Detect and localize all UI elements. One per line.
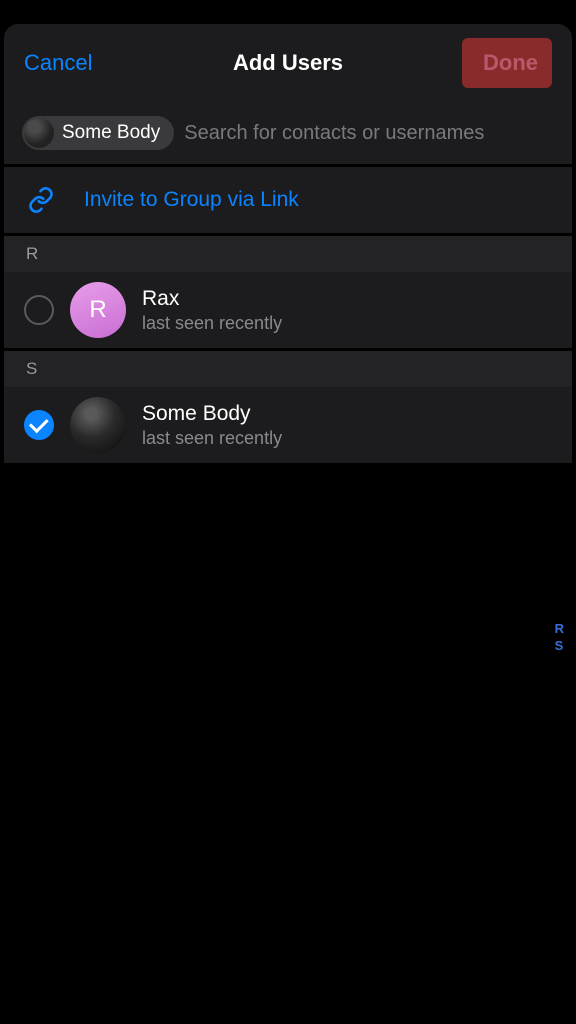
cancel-button[interactable]: Cancel bbox=[24, 50, 114, 76]
contact-status: last seen recently bbox=[142, 428, 282, 449]
search-bar[interactable]: Some Body Search for contacts or usernam… bbox=[4, 106, 572, 164]
done-button[interactable]: Done bbox=[462, 38, 552, 88]
contact-info: Rax last seen recently bbox=[142, 287, 282, 334]
header: Cancel Add Users Done bbox=[4, 24, 572, 106]
contact-name: Some Body bbox=[142, 402, 282, 426]
chip-label: Some Body bbox=[62, 122, 160, 144]
link-icon bbox=[26, 185, 56, 215]
search-input[interactable]: Search for contacts or usernames bbox=[184, 122, 554, 145]
alphabet-index[interactable]: R S bbox=[553, 620, 566, 654]
contact-name: Rax bbox=[142, 287, 282, 311]
index-letter-s[interactable]: S bbox=[553, 637, 566, 654]
avatar bbox=[70, 397, 126, 453]
contact-row-rax[interactable]: R Rax last seen recently bbox=[4, 272, 572, 348]
add-users-screen: Cancel Add Users Done Some Body Search f… bbox=[0, 0, 576, 1024]
invite-via-link-label: Invite to Group via Link bbox=[84, 188, 299, 212]
invite-via-link-row[interactable]: Invite to Group via Link bbox=[4, 167, 572, 233]
index-letter-r[interactable]: R bbox=[553, 620, 566, 637]
section-header-r: R bbox=[4, 236, 572, 272]
checkbox-unchecked[interactable] bbox=[24, 295, 54, 325]
contact-status: last seen recently bbox=[142, 313, 282, 334]
contact-info: Some Body last seen recently bbox=[142, 402, 282, 449]
contact-row-somebody[interactable]: Some Body last seen recently bbox=[4, 387, 572, 463]
section-header-s: S bbox=[4, 351, 572, 387]
selected-user-chip[interactable]: Some Body bbox=[22, 116, 174, 150]
chip-avatar bbox=[24, 118, 54, 148]
avatar: R bbox=[70, 282, 126, 338]
checkbox-checked[interactable] bbox=[24, 410, 54, 440]
page-title: Add Users bbox=[114, 50, 462, 76]
